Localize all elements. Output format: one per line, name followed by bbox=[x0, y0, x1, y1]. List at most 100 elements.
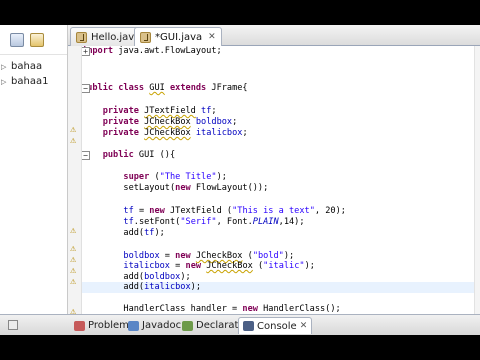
fold-toggle-icon[interactable]: − bbox=[82, 151, 90, 160]
code-token: FlowLayout()); bbox=[190, 183, 269, 193]
expand-arrow-icon[interactable]: ▷ bbox=[1, 63, 8, 71]
code-token: GUI bbox=[149, 83, 165, 93]
code-token: boldbox bbox=[195, 117, 233, 127]
code-token: JCheckBox bbox=[195, 251, 243, 261]
code-token: ); bbox=[304, 261, 315, 271]
code-token: public bbox=[102, 150, 134, 160]
java-file-icon bbox=[76, 31, 87, 43]
code-token: JCheckBox bbox=[144, 117, 191, 127]
collapse-all-icon[interactable] bbox=[10, 32, 24, 47]
code-token: tf bbox=[144, 228, 155, 238]
declaration-icon bbox=[182, 320, 193, 331]
tab-gui-java[interactable]: *GUI.java ✕ bbox=[134, 27, 222, 46]
problems-icon bbox=[74, 320, 85, 331]
code-line[interactable]: setLayout(new FlowLayout()); bbox=[82, 183, 268, 194]
code-token: private bbox=[102, 106, 139, 116]
code-token: = bbox=[159, 251, 176, 261]
code-token: , 20); bbox=[314, 206, 346, 216]
code-token: tf bbox=[123, 206, 134, 216]
close-icon[interactable]: ✕ bbox=[208, 32, 216, 42]
code-line[interactable]: tf.setFont("Serif", Font.PLAIN,14); bbox=[82, 217, 304, 228]
explorer-toolbar bbox=[0, 25, 67, 55]
code-token: italicbox bbox=[123, 261, 170, 271]
code-line[interactable]: add(italicbox); bbox=[82, 282, 480, 293]
code-line[interactable]: private JCheckBox italicbox; bbox=[82, 128, 248, 139]
code-token: italicbox bbox=[195, 128, 243, 138]
code-token: , Font. bbox=[216, 217, 253, 227]
code-token: ( bbox=[242, 251, 253, 261]
code-token: JTextField ( bbox=[164, 206, 233, 216]
warning-icon: ⚠ bbox=[70, 267, 77, 275]
warning-icon: ⚠ bbox=[70, 256, 77, 264]
code-line[interactable]: public GUI (){ bbox=[82, 150, 175, 161]
code-token: JCheckBox bbox=[206, 261, 253, 271]
console-icon bbox=[243, 321, 254, 331]
code-token: HandlerClass handler = bbox=[82, 304, 243, 314]
code-token: add( bbox=[82, 272, 145, 282]
code-token: super bbox=[123, 172, 150, 182]
vertical-scrollbar[interactable] bbox=[474, 46, 480, 314]
code-token: HandlerClass(); bbox=[257, 304, 341, 314]
editor-gutter: ⚠ ⚠ ⚠ ⚠ ⚠ ⚠ ⚠ ⚠ bbox=[68, 46, 82, 316]
code-editor[interactable]: Hello.java *GUI.java ✕ ⚠ ⚠ ⚠ ⚠ ⚠ ⚠ ⚠ ⚠ i… bbox=[68, 25, 480, 316]
code-token: = bbox=[133, 206, 150, 216]
code-token: new bbox=[175, 251, 191, 261]
minimize-icon[interactable] bbox=[8, 320, 18, 330]
tree-item-label: bahaa1 bbox=[11, 76, 49, 87]
tab-label: Javadoc bbox=[142, 320, 182, 331]
code-line[interactable]: super ("The Title"); bbox=[82, 172, 227, 183]
explorer-footer bbox=[0, 314, 68, 335]
code-line[interactable]: private JCheckBox boldbox; bbox=[82, 117, 238, 128]
code-token: boldbox bbox=[123, 251, 160, 261]
code-line[interactable]: HandlerClass handler = new HandlerClass(… bbox=[82, 304, 341, 314]
code-token: ); bbox=[283, 251, 295, 261]
tree-item-project[interactable]: ▷ bahaa1 bbox=[0, 74, 67, 89]
bottom-panel-tabs: Problems Javadoc Declaration Console ✕ bbox=[68, 314, 480, 335]
warning-icon: ⚠ bbox=[70, 126, 77, 134]
code-token: new bbox=[175, 183, 191, 193]
code-line[interactable]: private JTextField tf; bbox=[82, 106, 217, 117]
tree-item-project[interactable]: ▷ bahaa bbox=[0, 59, 67, 74]
link-with-editor-icon[interactable] bbox=[30, 32, 44, 47]
code-token: java.awt.FlowLayout; bbox=[113, 46, 222, 56]
code-token: PLAIN bbox=[252, 217, 279, 227]
fold-toggle-icon[interactable]: − bbox=[82, 84, 90, 93]
tab-javadoc[interactable]: Javadoc bbox=[124, 317, 185, 334]
close-icon[interactable]: ✕ bbox=[300, 321, 308, 331]
code-token: add( bbox=[82, 282, 145, 292]
code-token: "italic" bbox=[263, 261, 305, 271]
package-explorer: ▷ bahaa ▷ bahaa1 bbox=[0, 25, 68, 335]
code-token: ; bbox=[232, 117, 238, 127]
code-token: new bbox=[242, 304, 258, 314]
code-token: public class bbox=[82, 83, 145, 93]
code-line[interactable]: tf = new JTextField ("This is a text", 2… bbox=[82, 206, 346, 217]
fold-toggle-icon[interactable]: + bbox=[82, 47, 90, 56]
tab-console[interactable]: Console ✕ bbox=[238, 317, 313, 334]
expand-arrow-icon[interactable]: ▷ bbox=[1, 78, 8, 86]
screen: ▷ bahaa ▷ bahaa1 Hello.java *GUI.java ✕ … bbox=[0, 0, 480, 360]
code-line[interactable]: import java.awt.FlowLayout; bbox=[82, 46, 222, 57]
code-line[interactable]: public class GUI extends JFrame{ bbox=[82, 83, 248, 94]
tree-item-label: bahaa bbox=[11, 61, 43, 72]
code-token: tf bbox=[123, 217, 134, 227]
code-token: ( bbox=[252, 261, 264, 271]
tab-label: Hello.java bbox=[91, 31, 141, 43]
code-token: boldbox bbox=[144, 272, 181, 282]
tab-label: *GUI.java bbox=[155, 31, 203, 43]
code-token: GUI (){ bbox=[133, 150, 176, 160]
code-token: ; bbox=[211, 106, 217, 116]
code-line[interactable]: add(tf); bbox=[82, 228, 164, 239]
code-token: add( bbox=[82, 228, 145, 238]
code-text[interactable]: import java.awt.FlowLayout; public class … bbox=[82, 46, 480, 314]
code-token: private bbox=[102, 128, 139, 138]
code-token: ); bbox=[190, 282, 202, 292]
warning-icon: ⚠ bbox=[70, 137, 77, 145]
warning-icon: ⚠ bbox=[70, 227, 77, 235]
code-token: "This is a text" bbox=[232, 206, 315, 216]
code-line[interactable]: italicbox = new JCheckBox ("italic"); bbox=[82, 261, 315, 272]
code-token: ( bbox=[149, 172, 160, 182]
